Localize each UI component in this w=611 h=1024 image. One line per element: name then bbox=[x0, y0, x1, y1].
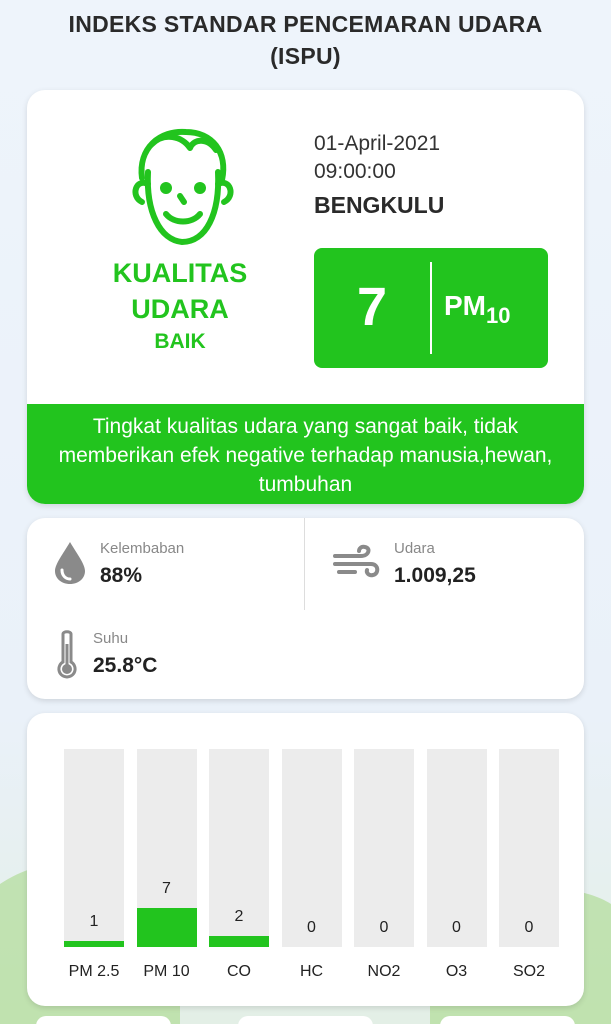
bar-category-label: NO2 bbox=[367, 963, 401, 980]
measurement-date: 01-April-2021 bbox=[314, 132, 441, 155]
aqi-pollutant-main: PM bbox=[444, 290, 486, 321]
bottom-card-peek bbox=[238, 1016, 373, 1024]
bar-value-label: 1 bbox=[89, 913, 99, 930]
city-name: BENGKULU bbox=[314, 192, 445, 218]
page-title: INDEKS STANDAR PENCEMARAN UDARA (ISPU) bbox=[0, 8, 611, 72]
bar-value-label: 0 bbox=[379, 919, 389, 936]
measurement-time: 09:00:00 bbox=[314, 160, 396, 183]
bar-category-label: O3 bbox=[445, 963, 468, 980]
aqi-value-box: 7 PM10 bbox=[314, 248, 548, 368]
bottom-card-peek bbox=[36, 1016, 171, 1024]
air-pressure-value: 1.009,25 bbox=[394, 564, 476, 587]
aqi-pollutant-sub: 10 bbox=[486, 303, 511, 328]
aqi-divider bbox=[430, 262, 432, 354]
title-line-1: INDEKS STANDAR PENCEMARAN UDARA bbox=[68, 11, 543, 37]
bar-track bbox=[354, 749, 414, 947]
quality-label-line-1: KUALITAS bbox=[112, 258, 248, 288]
wind-icon bbox=[333, 544, 380, 578]
bar-category-label: CO bbox=[227, 963, 251, 980]
bar bbox=[136, 908, 197, 947]
bar-track bbox=[426, 749, 487, 947]
temperature-value: 25.8°C bbox=[93, 654, 158, 677]
temperature-label: Suhu bbox=[93, 630, 129, 647]
bar-category-label: PM 2.5 bbox=[68, 963, 120, 980]
happy-face-icon bbox=[132, 128, 234, 245]
bar-value-label: 0 bbox=[452, 919, 461, 936]
thermometer-icon bbox=[57, 630, 77, 679]
bar-value-label: 0 bbox=[307, 919, 316, 936]
quality-description: Tingkat kualitas udara yang sangat baik,… bbox=[27, 404, 584, 504]
bottom-card-peek bbox=[440, 1016, 575, 1024]
bar-track bbox=[136, 749, 197, 947]
aqi-pollutant: PM10 bbox=[444, 290, 510, 329]
bar-category-label: SO2 bbox=[512, 963, 545, 980]
aqi-value: 7 bbox=[356, 277, 388, 337]
humidity-value: 88% bbox=[100, 564, 143, 587]
bar-track bbox=[281, 749, 342, 947]
bar-category-label: PM 10 bbox=[143, 963, 190, 980]
bar-value-label: 7 bbox=[162, 880, 171, 897]
quality-status: BAIK bbox=[154, 330, 206, 353]
air-quality-card: KUALITAS UDARA BAIK 01-April-2021 09:00:… bbox=[27, 90, 584, 504]
bar bbox=[209, 936, 269, 947]
bar-value-label: 0 bbox=[524, 919, 534, 936]
weather-card: Kelembaban 88% Udara 1.009,25 Suhu 25.8°… bbox=[27, 518, 584, 699]
bar-category-label: HC bbox=[299, 963, 324, 980]
title-line-2: (ISPU) bbox=[270, 43, 341, 69]
quality-label-line-2: UDARA bbox=[131, 294, 229, 324]
bar-track bbox=[499, 749, 559, 947]
weather-divider bbox=[304, 518, 305, 610]
bar-value-label: 2 bbox=[234, 908, 244, 925]
pollutant-chart-card: 1 PM 2.5 7 PM 10 2 CO 0 HC 0 NO2 0 O3 0 SO2 bbox=[27, 713, 584, 1006]
bar bbox=[64, 941, 124, 947]
humidity-label: Kelembaban bbox=[100, 540, 185, 557]
water-drop-icon bbox=[55, 542, 85, 584]
air-pressure-label: Udara bbox=[394, 540, 435, 557]
